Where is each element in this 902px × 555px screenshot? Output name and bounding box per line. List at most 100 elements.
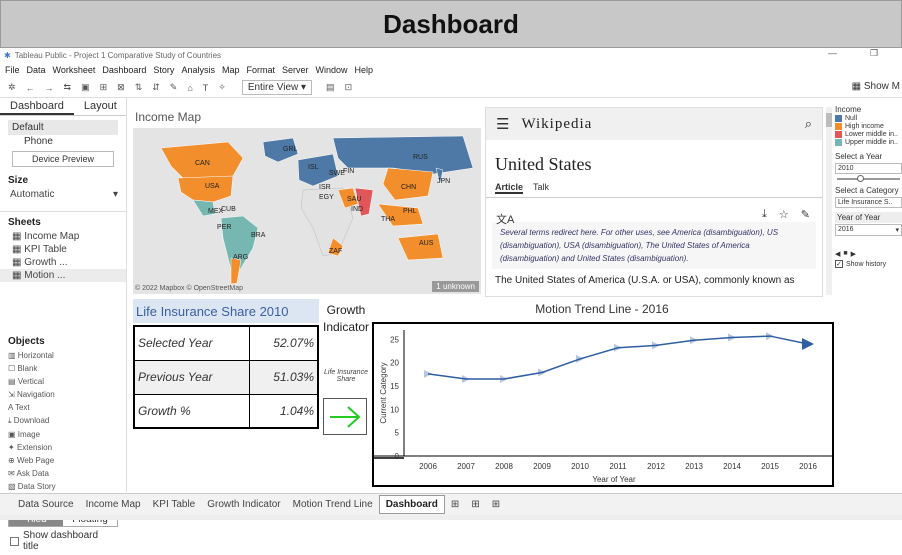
menu-story[interactable]: Story <box>153 65 174 75</box>
map-country-label[interactable]: ZAF <box>329 248 342 255</box>
sheet-tab[interactable]: Growth Indicator <box>201 496 286 513</box>
sheet-tab[interactable]: Dashboard <box>378 495 445 514</box>
tableau-icon[interactable]: ✲ <box>8 82 16 93</box>
map-country-label[interactable]: RUS <box>413 154 428 161</box>
object-item[interactable]: ▥ Horizontal <box>8 349 65 362</box>
map-country-label[interactable]: FIN <box>343 168 354 175</box>
hamburger-icon[interactable]: ☰ <box>496 115 509 133</box>
clear-icon[interactable]: ⊠ <box>117 82 125 93</box>
object-item[interactable]: A Text <box>8 401 65 414</box>
income-map[interactable]: CAN USA MEX CUB PER BRA ARG GRL ISL SWE FIN SAU EGY I… <box>133 128 481 294</box>
object-item[interactable]: ⇲ Navigation <box>8 388 65 401</box>
map-country-label[interactable]: IND <box>351 206 363 213</box>
size-dropdown[interactable]: Automatic ▾ <box>0 188 126 201</box>
sheet-item[interactable]: ▦ Motion ... <box>0 269 126 282</box>
tab-layout[interactable]: Layout <box>74 98 127 115</box>
object-item[interactable]: ✦ Extension <box>8 441 65 454</box>
unknown-indicator[interactable]: 1 unknown <box>432 281 479 292</box>
object-item[interactable]: ✉ Ask Data <box>8 467 65 480</box>
year-input[interactable]: 2010 <box>835 163 902 174</box>
sheet-item[interactable]: ▦ KPI Table <box>0 243 126 256</box>
map-country-label[interactable]: ISL <box>308 164 319 171</box>
object-item[interactable]: ⤓ Download <box>8 414 65 428</box>
new-sheet-icon[interactable]: ⊞ <box>100 82 108 93</box>
growth-arrow-tile[interactable] <box>323 398 367 435</box>
datasource-icon[interactable]: ⇆ <box>64 82 72 93</box>
star-icon[interactable]: ☆ <box>779 208 789 221</box>
trend-point[interactable] <box>652 341 660 350</box>
wikipedia-web-page[interactable]: ☰ Wikipedia ⌕ United States Article Talk… <box>485 107 823 297</box>
device-preview-button[interactable]: Device Preview <box>12 151 114 167</box>
present-icon[interactable]: ⊡ <box>345 82 353 93</box>
trend-point[interactable] <box>538 368 546 377</box>
wikipedia-logo[interactable]: Wikipedia <box>521 116 592 133</box>
sheet-tab[interactable]: Income Map <box>80 496 147 513</box>
year-slider[interactable] <box>837 175 900 182</box>
legend-item[interactable]: Upper middle in.. <box>835 139 902 146</box>
trend-point[interactable] <box>728 333 736 342</box>
map-country-label[interactable]: ISR <box>319 184 331 191</box>
menu-server[interactable]: Server <box>282 65 309 75</box>
yoy-dropdown[interactable]: 2016 ▾ <box>835 224 902 236</box>
object-item[interactable]: ▣ Image <box>8 428 65 441</box>
show-me-button[interactable]: ▦ Show M <box>852 81 900 92</box>
playback-controls[interactable]: ◀ ■ ▶ <box>835 250 902 258</box>
menu-window[interactable]: Window <box>316 65 348 75</box>
device-default[interactable]: Default <box>8 120 118 135</box>
legend-item[interactable]: Null <box>835 115 902 122</box>
wiki-scrollbar[interactable] <box>826 107 832 295</box>
map-country-label[interactable]: THA <box>381 216 395 223</box>
pin-icon[interactable]: ✧ <box>218 82 226 93</box>
object-item[interactable]: ▧ Data Story <box>8 480 65 493</box>
minimize-icon[interactable]: — <box>828 48 837 58</box>
map-country-label[interactable]: BRA <box>251 232 265 239</box>
map-country-label[interactable]: CAN <box>195 160 210 167</box>
edit-icon[interactable]: ✎ <box>801 208 810 221</box>
trend-point[interactable] <box>766 332 774 341</box>
fit-dropdown[interactable]: Entire View ▾ <box>241 80 313 95</box>
show-history-checkbox[interactable]: ✓ <box>835 260 843 268</box>
map-country-label[interactable]: CUB <box>221 206 236 213</box>
map-country-label[interactable]: ARG <box>233 254 248 261</box>
download-icon[interactable]: ⤓ <box>762 208 767 221</box>
map-country-label[interactable]: JPN <box>437 178 450 185</box>
wiki-tab-article[interactable]: Article <box>495 182 524 194</box>
map-country-label[interactable]: USA <box>205 183 219 190</box>
translate-icon[interactable]: 文A <box>496 211 514 227</box>
search-icon[interactable]: ⌕ <box>805 116 812 132</box>
map-country-label[interactable]: PER <box>217 224 231 231</box>
menu-format[interactable]: Format <box>246 65 275 75</box>
motion-trend-chart[interactable]: 0 5 10 15 20 25 2006 2007 2008 2009 2010 2011 2012 20… <box>372 322 834 487</box>
map-country-label[interactable]: AUS <box>419 240 433 247</box>
sheet-item[interactable]: ▦ Income Map <box>0 230 126 243</box>
swap-icon[interactable]: ⇅ <box>135 82 143 93</box>
label-icon[interactable]: T <box>203 83 209 93</box>
restore-icon[interactable]: ❐ <box>870 48 878 59</box>
trend-point[interactable] <box>500 375 508 383</box>
device-phone[interactable]: Phone <box>0 135 126 148</box>
new-dashboard-icon[interactable]: ⊞ <box>465 496 485 513</box>
sort-icon[interactable]: ⇵ <box>152 82 160 93</box>
menu-help[interactable]: Help <box>355 65 374 75</box>
sheet-tab[interactable]: KPI Table <box>147 496 202 513</box>
sheet-tab[interactable]: Data Source <box>12 496 80 513</box>
map-country-label[interactable]: SAU <box>347 196 361 203</box>
sheet-tab[interactable]: Motion Trend Line <box>287 496 379 513</box>
map-country-label[interactable]: CHN <box>401 184 416 191</box>
menu-file[interactable]: File <box>5 65 20 75</box>
save-icon[interactable]: ▣ <box>81 82 90 93</box>
back-icon[interactable]: ← <box>26 83 35 93</box>
menu-map[interactable]: Map <box>222 65 240 75</box>
forward-icon[interactable]: → <box>45 83 54 93</box>
menu-worksheet[interactable]: Worksheet <box>53 65 96 75</box>
object-item[interactable]: ▤ Vertical <box>8 375 65 388</box>
tab-dashboard[interactable]: Dashboard <box>0 98 74 115</box>
trend-point[interactable] <box>614 343 622 352</box>
show-title-checkbox[interactable] <box>10 536 19 546</box>
trend-point[interactable] <box>576 354 584 363</box>
trend-point[interactable] <box>462 375 470 383</box>
chart-icon[interactable]: ▤ <box>326 82 335 93</box>
menu-analysis[interactable]: Analysis <box>181 65 215 75</box>
object-item[interactable]: ☐ Blank <box>8 362 65 375</box>
trend-point[interactable] <box>802 338 814 350</box>
